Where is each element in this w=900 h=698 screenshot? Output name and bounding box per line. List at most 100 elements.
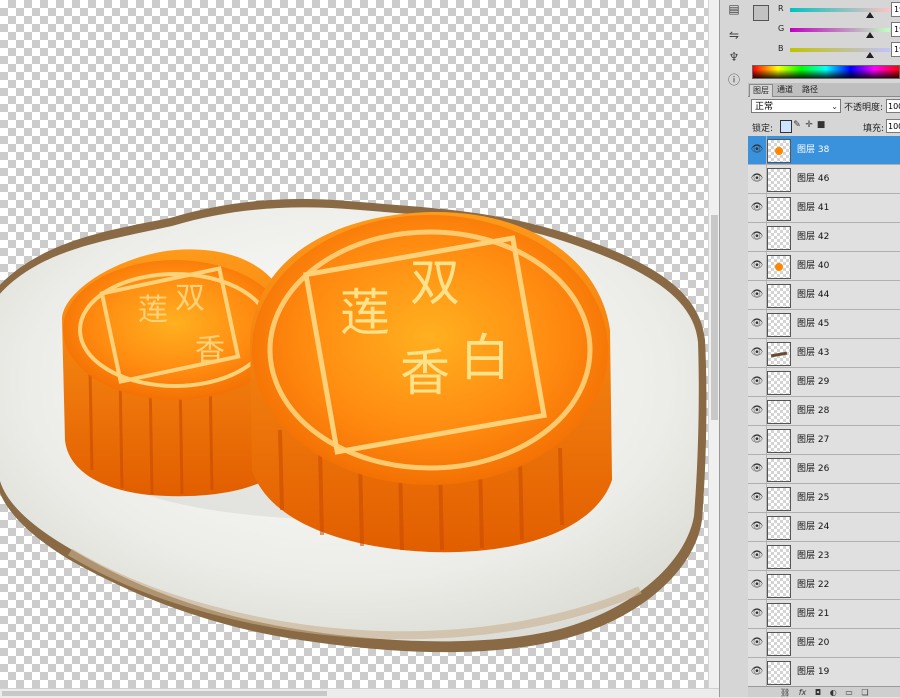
- visibility-eye-icon[interactable]: 👁: [748, 658, 767, 686]
- layer-row[interactable]: 👁 图层 44: [748, 281, 900, 310]
- folder-icon[interactable]: ▭: [845, 688, 853, 697]
- layer-row[interactable]: 👁 图层 19: [748, 658, 900, 687]
- lock-transparency-icon[interactable]: [780, 120, 792, 133]
- layer-row[interactable]: 👁 图层 25: [748, 484, 900, 513]
- visibility-eye-icon[interactable]: 👁: [748, 368, 767, 396]
- link-icon[interactable]: ⛓: [780, 688, 790, 697]
- layer-row[interactable]: 👁 图层 28: [748, 397, 900, 426]
- visibility-eye-icon[interactable]: 👁: [748, 165, 767, 193]
- layer-row[interactable]: 👁 图层 40: [748, 252, 900, 281]
- visibility-eye-icon[interactable]: 👁: [748, 600, 767, 628]
- layer-thumbnail: [767, 516, 791, 540]
- adjustment-icon[interactable]: ◐: [830, 688, 837, 697]
- layer-row[interactable]: 👁 图层 43: [748, 339, 900, 368]
- lock-brush-icon[interactable]: ✎: [792, 120, 802, 131]
- history-icon[interactable]: ▤: [725, 0, 743, 18]
- layer-row[interactable]: 👁 图层 41: [748, 194, 900, 223]
- opacity-input[interactable]: 100: [886, 99, 900, 113]
- visibility-eye-icon[interactable]: 👁: [748, 339, 767, 367]
- channel-b-row: B 194: [774, 42, 900, 60]
- layer-name: 图层 41: [797, 203, 830, 213]
- visibility-eye-icon[interactable]: 👁: [748, 397, 767, 425]
- left-cake-char-1: 莲: [138, 293, 168, 328]
- visibility-eye-icon[interactable]: 👁: [748, 252, 767, 280]
- horizontal-scroll-thumb[interactable]: [2, 691, 327, 696]
- slider-knob-icon[interactable]: [866, 32, 874, 38]
- channel-slider[interactable]: [790, 28, 890, 32]
- layer-name: 图层 24: [797, 522, 830, 532]
- layer-row[interactable]: 👁 图层 20: [748, 629, 900, 658]
- visibility-eye-icon[interactable]: 👁: [748, 484, 767, 512]
- visibility-eye-icon[interactable]: 👁: [748, 513, 767, 541]
- visibility-eye-icon[interactable]: 👁: [748, 310, 767, 338]
- visibility-eye-icon[interactable]: 👁: [748, 426, 767, 454]
- layer-row[interactable]: 👁 图层 24: [748, 513, 900, 542]
- layer-row[interactable]: 👁 图层 45: [748, 310, 900, 339]
- channel-value-input[interactable]: 194: [891, 42, 900, 57]
- layer-thumbnail: [767, 168, 791, 192]
- channel-slider[interactable]: [790, 8, 890, 12]
- tab-channels[interactable]: 通道: [774, 84, 796, 96]
- layer-name: 图层 29: [797, 377, 830, 387]
- layer-name: 图层 46: [797, 174, 830, 184]
- visibility-eye-icon[interactable]: 👁: [748, 136, 767, 164]
- foreground-color-swatch[interactable]: [753, 5, 769, 21]
- visibility-eye-icon[interactable]: 👁: [748, 571, 767, 599]
- layer-row[interactable]: 👁 图层 21: [748, 600, 900, 629]
- new-layer-icon[interactable]: ❏: [861, 688, 868, 697]
- adjust-icon[interactable]: ⇋: [725, 26, 743, 44]
- layer-name: 图层 28: [797, 406, 830, 416]
- layer-row[interactable]: 👁 图层 38: [748, 136, 900, 165]
- layer-name: 图层 20: [797, 638, 830, 648]
- layer-row[interactable]: 👁 图层 29: [748, 368, 900, 397]
- channel-r-row: R 194: [774, 2, 900, 20]
- visibility-eye-icon[interactable]: 👁: [748, 455, 767, 483]
- layer-row[interactable]: 👁 图层 23: [748, 542, 900, 571]
- channel-label: G: [778, 24, 785, 33]
- left-cake-char-2: 双: [175, 281, 205, 316]
- visibility-eye-icon[interactable]: 👁: [748, 223, 767, 251]
- channel-slider[interactable]: [790, 48, 890, 52]
- color-spectrum-bar[interactable]: [752, 65, 900, 79]
- brush-preset-icon[interactable]: ♆: [725, 48, 743, 66]
- layer-thumbnail: [767, 342, 791, 366]
- chevron-down-icon: ⌄: [831, 102, 838, 111]
- layer-row[interactable]: 👁 图层 42: [748, 223, 900, 252]
- vertical-scroll-thumb[interactable]: [711, 215, 718, 420]
- visibility-eye-icon[interactable]: 👁: [748, 629, 767, 657]
- layer-thumbnail: [767, 545, 791, 569]
- layer-thumbnail: [767, 371, 791, 395]
- slider-knob-icon[interactable]: [866, 52, 874, 58]
- visibility-eye-icon[interactable]: 👁: [748, 194, 767, 222]
- layer-name: 图层 42: [797, 232, 830, 242]
- blend-mode-select[interactable]: 正常 ⌄: [751, 99, 841, 113]
- channel-value-input[interactable]: 194: [891, 22, 900, 37]
- layer-name: 图层 43: [797, 348, 830, 358]
- lock-move-icon[interactable]: ✛: [804, 120, 814, 131]
- lock-all-icon[interactable]: ■: [816, 120, 826, 131]
- mask-icon[interactable]: ◘: [815, 688, 821, 697]
- channel-value-input[interactable]: 194: [891, 2, 900, 17]
- layer-thumbnail: [767, 487, 791, 511]
- lock-label: 锁定:: [752, 124, 774, 134]
- channel-label: B: [778, 44, 784, 53]
- slider-knob-icon[interactable]: [866, 12, 874, 18]
- layer-row[interactable]: 👁 图层 27: [748, 426, 900, 455]
- layer-name: 图层 19: [797, 667, 830, 677]
- layer-thumbnail: [767, 284, 791, 308]
- info-icon[interactable]: ⓘ: [725, 70, 743, 88]
- right-cake-char-1: 莲: [340, 284, 390, 342]
- fill-input[interactable]: 100: [886, 119, 900, 133]
- channel-label: R: [778, 4, 784, 13]
- layer-row[interactable]: 👁 图层 26: [748, 455, 900, 484]
- layer-row[interactable]: 👁 图层 22: [748, 571, 900, 600]
- document-canvas[interactable]: 莲 双 香 莲 双 香 白: [0, 0, 708, 688]
- fx-icon[interactable]: fx: [799, 688, 807, 697]
- layer-row[interactable]: 👁 图层 46: [748, 165, 900, 194]
- layer-name: 图层 23: [797, 551, 830, 561]
- layer-thumbnail: [767, 603, 791, 627]
- visibility-eye-icon[interactable]: 👁: [748, 281, 767, 309]
- tab-paths[interactable]: 路径: [799, 84, 821, 96]
- visibility-eye-icon[interactable]: 👁: [748, 542, 767, 570]
- tab-layers[interactable]: 图层: [749, 84, 773, 97]
